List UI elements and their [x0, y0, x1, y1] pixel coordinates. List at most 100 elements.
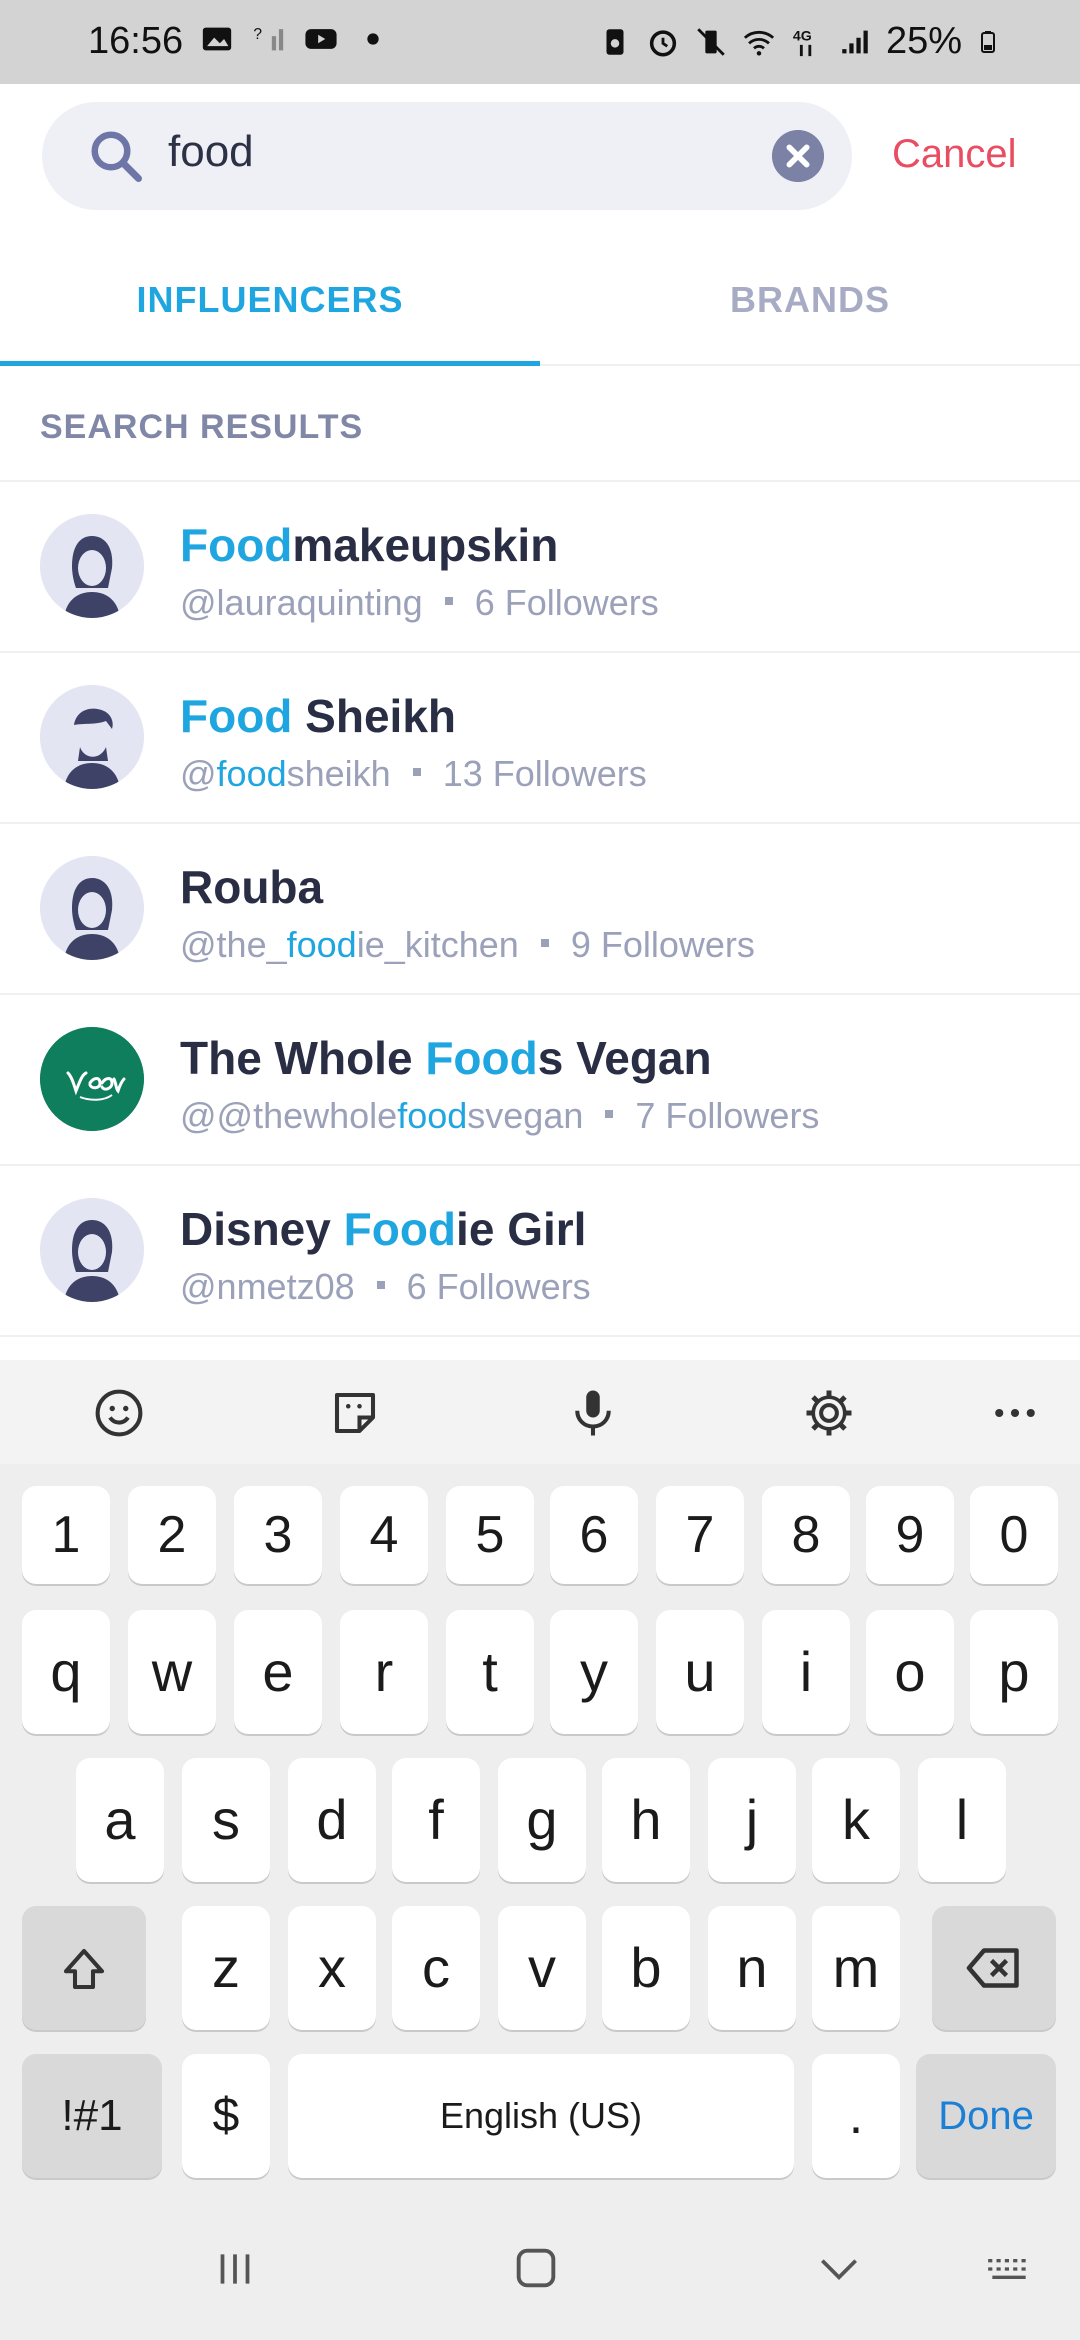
key-x[interactable]: x — [288, 1906, 376, 2030]
result-meta: @the_foodie_kitchen 9 Followers — [180, 924, 755, 965]
battery-icon — [981, 30, 995, 53]
woman-avatar-icon — [40, 1198, 144, 1302]
clear-search-icon[interactable] — [772, 130, 824, 182]
backspace-key[interactable] — [932, 1906, 1056, 2030]
result-meta: @@thewholefoodsvegan 7 Followers — [180, 1095, 820, 1136]
shift-icon — [63, 1948, 105, 1990]
sticker-icon[interactable] — [328, 1386, 382, 1440]
key-1[interactable]: 1 — [22, 1486, 110, 1584]
key-n[interactable]: n — [708, 1906, 796, 2030]
4g-icon: 4G — [793, 28, 812, 56]
key-6[interactable]: 6 — [550, 1486, 638, 1584]
list-item[interactable]: Rouba @the_foodie_kitchen 9 Followers — [0, 824, 1080, 995]
svg-text:?: ? — [253, 26, 262, 43]
result-meta: @lauraquinting 6 Followers — [180, 582, 659, 623]
result-name: Disney Foodie Girl — [180, 1203, 587, 1255]
result-name: The Whole Foods Vegan — [180, 1032, 712, 1084]
done-key[interactable]: Done — [916, 2054, 1056, 2178]
status-bar: 16:56 ? 4G 25% — [0, 0, 1080, 84]
list-item[interactable]: Foodmakeupskin @lauraquinting 6 Followers — [0, 482, 1080, 653]
system-navigation-bar — [0, 2200, 1080, 2340]
key-o[interactable]: o — [866, 1610, 954, 1734]
tab-bar: INFLUENCERS BRANDS — [0, 240, 1080, 366]
key-q[interactable]: q — [22, 1610, 110, 1734]
key-l[interactable]: l — [918, 1758, 1006, 1882]
vegan-logo-icon — [40, 1027, 144, 1131]
more-options-icon[interactable] — [988, 1386, 1042, 1440]
key-2[interactable]: 2 — [128, 1486, 216, 1584]
result-name: Foodmakeupskin — [180, 519, 559, 571]
key-k[interactable]: k — [812, 1758, 900, 1882]
key-s[interactable]: s — [182, 1758, 270, 1882]
key-4[interactable]: 4 — [340, 1486, 428, 1584]
key-p[interactable]: p — [970, 1610, 1058, 1734]
settings-gear-icon[interactable] — [802, 1386, 856, 1440]
key-r[interactable]: r — [340, 1610, 428, 1734]
key-j[interactable]: j — [708, 1758, 796, 1882]
man-avatar-icon — [40, 685, 144, 789]
list-item[interactable]: The Whole Foods Vegan @@thewholefoodsveg… — [0, 995, 1080, 1166]
key-i[interactable]: i — [762, 1610, 850, 1734]
key-w[interactable]: w — [128, 1610, 216, 1734]
results-list: Foodmakeupskin @lauraquinting 6 Followers… — [0, 482, 1080, 1337]
key-z[interactable]: z — [182, 1906, 270, 2030]
back-chevron-icon[interactable] — [814, 2244, 864, 2294]
home-icon[interactable] — [510, 2242, 562, 2294]
key-7[interactable]: 7 — [656, 1486, 744, 1584]
key-e[interactable]: e — [234, 1610, 322, 1734]
key-y[interactable]: y — [550, 1610, 638, 1734]
key-t[interactable]: t — [446, 1610, 534, 1734]
key-c[interactable]: c — [392, 1906, 480, 2030]
symbols-key[interactable]: !#1 — [22, 2054, 162, 2178]
no-signal-icon: ? — [253, 26, 284, 51]
woman-avatar-icon — [40, 514, 144, 618]
search-input[interactable]: food — [168, 127, 254, 177]
key-g[interactable]: g — [498, 1758, 586, 1882]
key-h[interactable]: h — [602, 1758, 690, 1882]
search-bar[interactable]: food — [42, 102, 852, 210]
key-9[interactable]: 9 — [866, 1486, 954, 1584]
key-f[interactable]: f — [392, 1758, 480, 1882]
period-key[interactable]: . — [812, 2054, 900, 2178]
key-m[interactable]: m — [812, 1906, 900, 2030]
key-v[interactable]: v — [498, 1906, 586, 2030]
recycle-icon — [606, 28, 624, 55]
keyboard-toolbar — [0, 1360, 1080, 1464]
gallery-icon — [202, 27, 232, 51]
vibrate-mute-icon — [697, 27, 725, 56]
list-item[interactable]: Disney Foodie Girl @nmetz08 6 Followers — [0, 1166, 1080, 1337]
active-tab-indicator — [0, 361, 540, 366]
list-item[interactable]: Food Sheikh @foodsheikh 13 Followers — [0, 653, 1080, 824]
result-name: Rouba — [180, 861, 324, 913]
backspace-icon — [966, 1948, 1019, 1988]
tab-influencers[interactable]: INFLUENCERS — [0, 240, 540, 364]
microphone-icon[interactable] — [566, 1386, 620, 1440]
key-b[interactable]: b — [602, 1906, 690, 2030]
key-5[interactable]: 5 — [446, 1486, 534, 1584]
shift-key[interactable] — [22, 1906, 146, 2030]
woman-avatar-icon — [40, 856, 144, 960]
svg-text:4G: 4G — [793, 28, 812, 44]
youtube-icon — [305, 29, 337, 49]
key-0[interactable]: 0 — [970, 1486, 1058, 1584]
signal-icon — [842, 30, 868, 53]
key-8[interactable]: 8 — [762, 1486, 850, 1584]
cancel-button[interactable]: Cancel — [892, 132, 1017, 177]
emoji-icon[interactable] — [92, 1386, 146, 1440]
keyboard-switch-icon[interactable] — [984, 2244, 1034, 2294]
key-3[interactable]: 3 — [234, 1486, 322, 1584]
dot-icon — [367, 33, 379, 45]
result-meta: @nmetz08 6 Followers — [180, 1266, 591, 1307]
recent-apps-icon[interactable] — [210, 2244, 260, 2294]
key-a[interactable]: a — [76, 1758, 164, 1882]
battery-percent: 25% — [885, 20, 962, 62]
result-name: Food Sheikh — [180, 690, 457, 742]
result-meta: @foodsheikh 13 Followers — [180, 753, 647, 794]
key-u[interactable]: u — [656, 1610, 744, 1734]
currency-key[interactable]: $ — [182, 2054, 270, 2178]
space-key[interactable]: English (US) — [288, 2054, 794, 2178]
wifi-icon — [743, 30, 775, 56]
alarm-icon — [649, 29, 677, 57]
tab-brands[interactable]: BRANDS — [540, 240, 1080, 364]
key-d[interactable]: d — [288, 1758, 376, 1882]
